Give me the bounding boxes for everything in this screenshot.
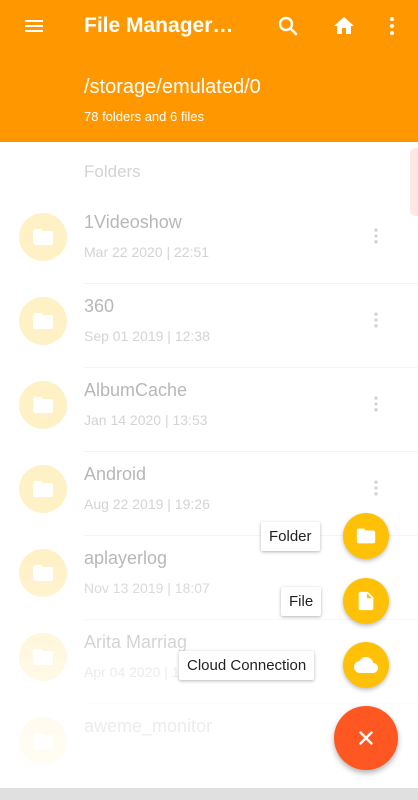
cloud-connection-button[interactable] (343, 642, 389, 688)
app-bar: File Manager… /storage/emulated/0 78 fol… (0, 0, 418, 142)
home-icon[interactable] (330, 12, 358, 40)
new-file-button[interactable] (343, 578, 389, 624)
new-folder-button[interactable] (343, 513, 389, 559)
folder-name: 1Videoshow (84, 212, 182, 232)
folder-date: Sep 01 2019 | 12:38 (84, 328, 210, 344)
folder-name: aplayerlog (84, 548, 168, 568)
fast-scroll-handle[interactable] (410, 148, 418, 216)
item-more-icon[interactable] (364, 224, 388, 248)
folder-name: aweme_monitor (84, 716, 213, 736)
folder-file-count: 78 folders and 6 files (84, 109, 204, 124)
cloud-icon (354, 657, 378, 673)
folder-icon (19, 213, 67, 261)
folder-icon (356, 528, 376, 544)
bottom-bar (0, 788, 418, 800)
folder-icon (19, 465, 67, 513)
fab-file-label[interactable]: File (281, 587, 322, 616)
list-item[interactable]: 360 Sep 01 2019 | 12:38 (0, 284, 418, 368)
folder-icon (19, 633, 67, 681)
file-icon (358, 591, 374, 611)
fab-folder-label[interactable]: Folder (261, 522, 320, 551)
close-fab-button[interactable] (334, 706, 398, 770)
item-more-icon[interactable] (364, 308, 388, 332)
folder-icon (19, 549, 67, 597)
folder-icon (19, 297, 67, 345)
folder-name: Android (84, 464, 147, 484)
list-item[interactable]: 1Videoshow Mar 22 2020 | 22:51 (0, 200, 418, 284)
folder-icon (19, 717, 67, 765)
item-more-icon[interactable] (364, 392, 388, 416)
file-list: Folders 1Videoshow Mar 22 2020 | 22:51 3… (0, 142, 418, 800)
list-item[interactable]: AlbumCache Jan 14 2020 | 13:53 (0, 368, 418, 452)
folder-date: Mar 22 2020 | 22:51 (84, 244, 210, 260)
item-more-icon[interactable] (364, 476, 388, 500)
close-icon (359, 731, 373, 745)
fab-cloud-label[interactable]: Cloud Connection (179, 651, 315, 680)
folder-name: Arita Marriag (84, 632, 188, 652)
app-title: File Manager… (84, 14, 234, 37)
search-icon[interactable] (274, 12, 302, 40)
folder-icon (19, 381, 67, 429)
current-path: /storage/emulated/0 (84, 76, 261, 98)
more-vert-icon[interactable] (378, 12, 406, 40)
folder-date: Aug 22 2019 | 19:26 (84, 496, 210, 512)
menu-icon[interactable] (20, 12, 48, 40)
folder-name: AlbumCache (84, 380, 188, 400)
folder-name: 360 (84, 296, 115, 316)
folder-date: Jan 14 2020 | 13:53 (84, 412, 208, 428)
folder-date: Nov 13 2019 | 18:07 (84, 580, 210, 596)
section-label-folders: Folders (84, 162, 141, 181)
